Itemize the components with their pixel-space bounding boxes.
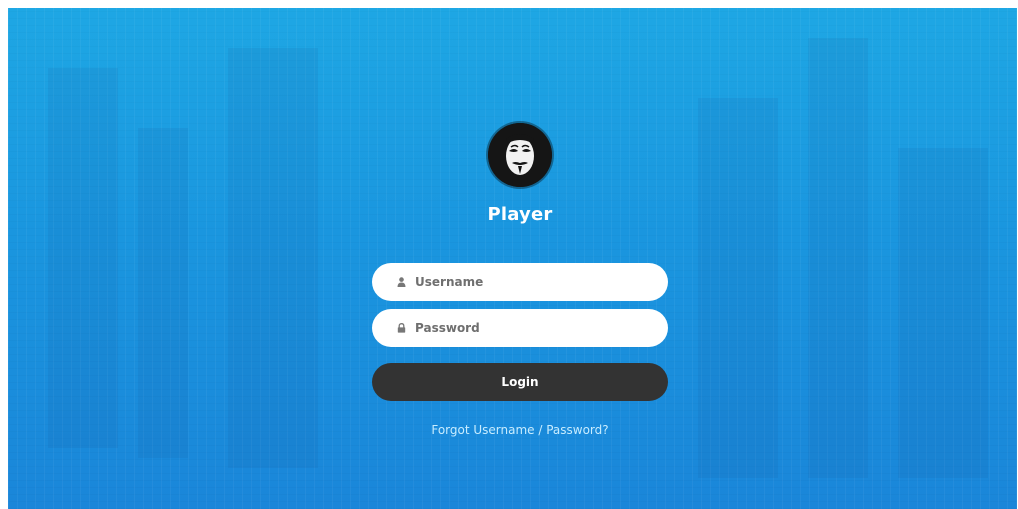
username-field-wrapper[interactable]	[372, 263, 668, 301]
password-field-wrapper[interactable]	[372, 309, 668, 347]
profile-avatar	[488, 123, 552, 187]
login-page-background: Player Login Forgot Username / Password	[8, 8, 1017, 509]
username-input[interactable]	[415, 275, 645, 289]
login-card: Player Login Forgot Username / Password	[8, 8, 1017, 509]
user-icon	[396, 277, 406, 287]
forgot-credentials-container: Forgot Username / Password?	[8, 423, 1017, 437]
login-button[interactable]: Login	[372, 363, 668, 401]
password-input[interactable]	[415, 321, 645, 335]
forgot-username-password-link[interactable]: Forgot Username / Password?	[431, 423, 608, 437]
anonymous-mask-icon	[488, 123, 552, 187]
lock-icon	[396, 323, 406, 333]
profile-name: Player	[487, 204, 553, 225]
